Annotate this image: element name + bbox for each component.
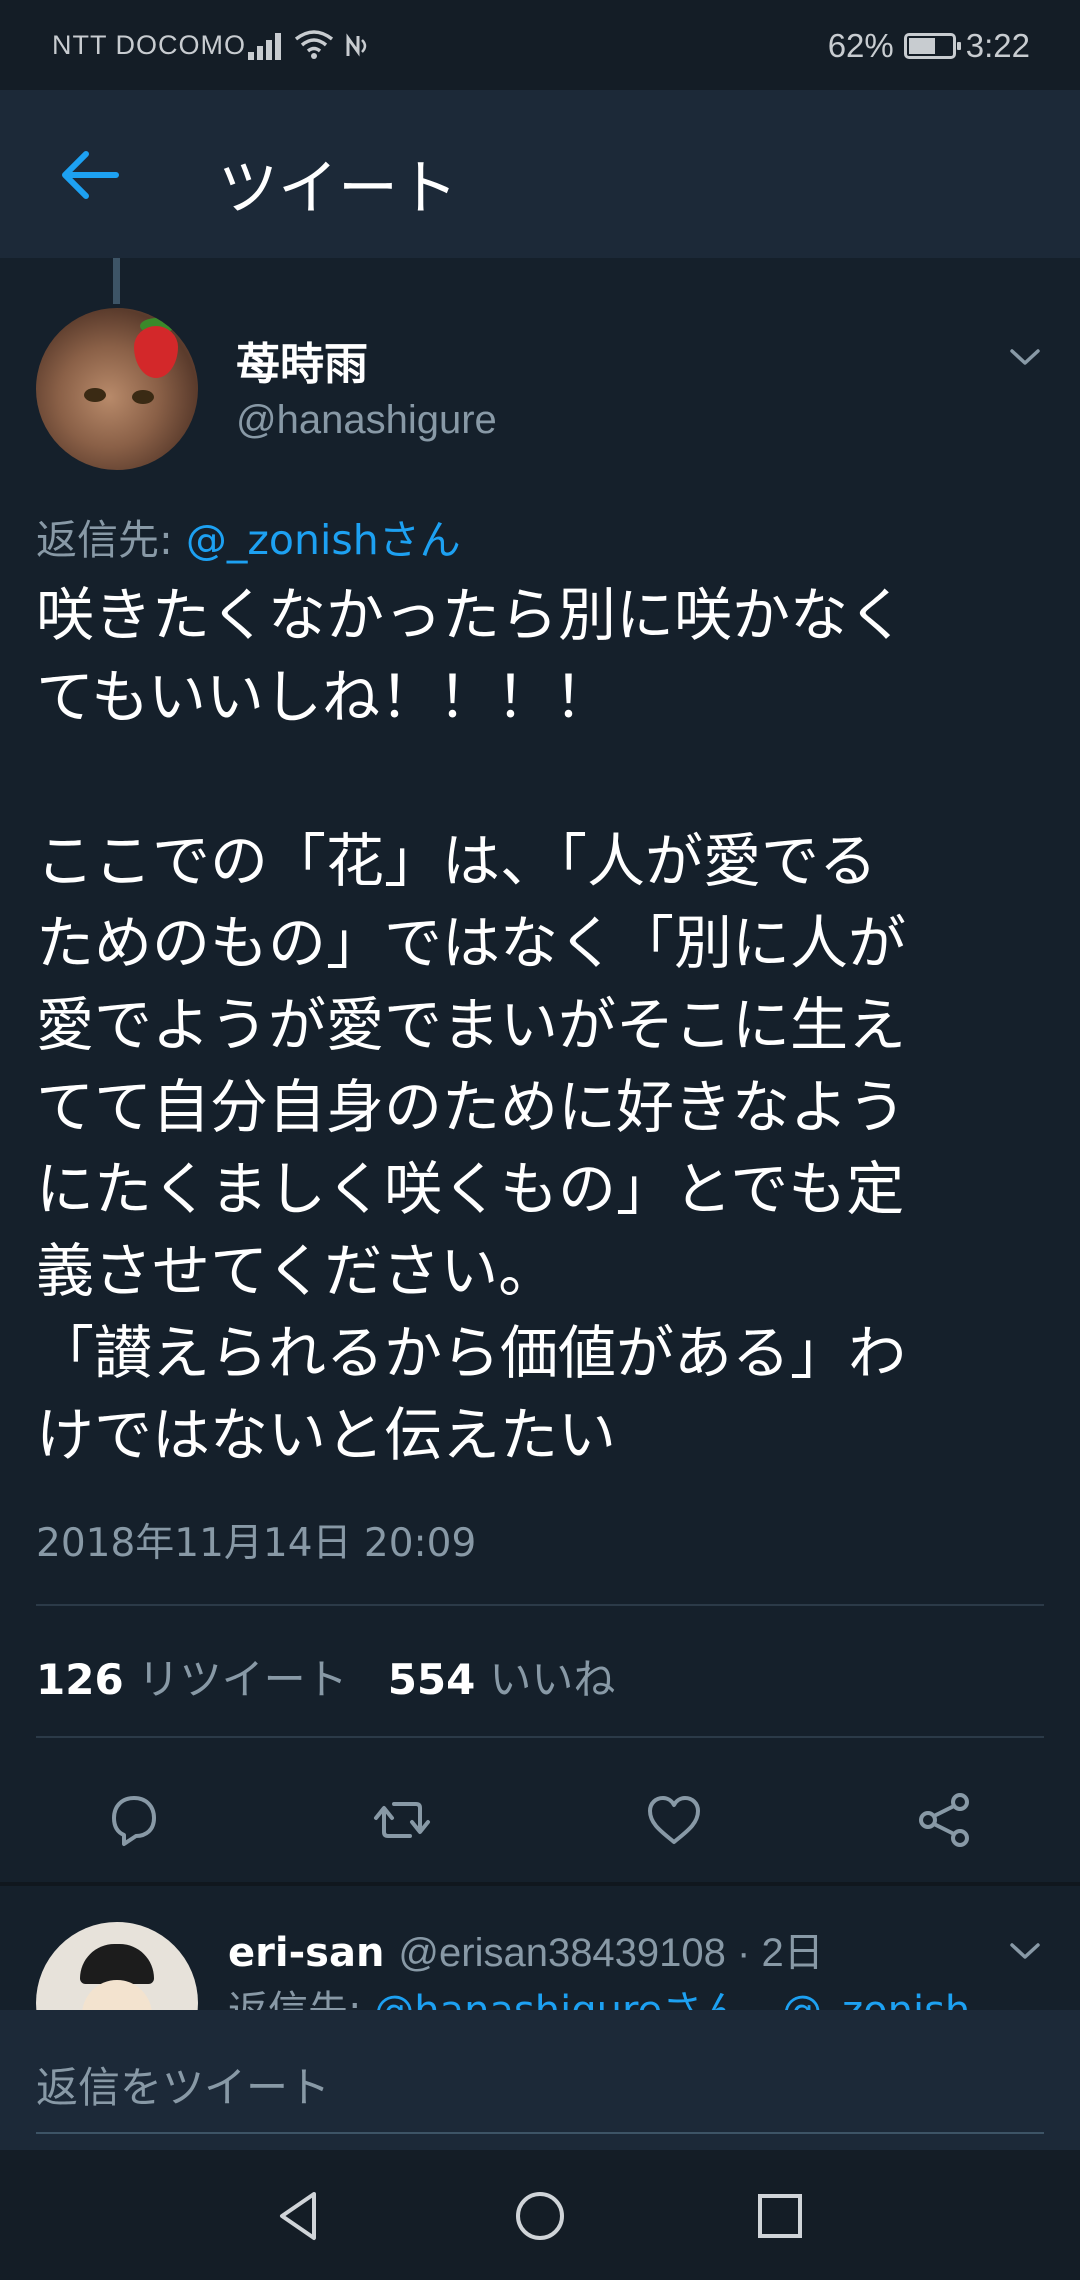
strawberry-icon [134, 326, 178, 378]
status-bar: NTT DOCOMO 62% 3:22 [0, 0, 1080, 90]
tweet-timestamp: 2018年11月14日 20:09 [36, 1521, 477, 1566]
reply-author-name[interactable]: eri-san [228, 1930, 384, 1976]
tweet-detail-screen: NTT DOCOMO 62% 3:22 ツイート 苺時雨 @hanashigur… [0, 0, 1080, 2280]
chevron-down-icon[interactable] [1008, 1934, 1042, 1968]
reply-icon[interactable] [102, 1788, 166, 1852]
tweet-text: 咲きたくなかったら別に咲かなく てもいいしね！！！！ ここでの「花」は、「人が愛… [36, 581, 907, 1469]
retweet-icon[interactable] [370, 1788, 434, 1852]
author-handle[interactable]: @hanashigure [236, 398, 497, 443]
divider [36, 1736, 1044, 1738]
home-circle-icon[interactable] [512, 2188, 568, 2244]
recents-square-icon[interactable] [752, 2188, 808, 2244]
retweet-label[interactable]: リツイート [138, 1646, 348, 1707]
divider [36, 1604, 1044, 1606]
reply-to-mention-link[interactable]: @_zonishさん [186, 516, 461, 564]
arrow-left-icon[interactable] [56, 142, 122, 208]
retweet-count[interactable]: 126 [36, 1655, 124, 1704]
share-icon[interactable] [912, 1788, 976, 1852]
like-label[interactable]: いいね [489, 1646, 615, 1707]
like-count[interactable]: 554 [388, 1655, 476, 1704]
status-right: 62% 3:22 [828, 27, 1030, 65]
reply-to-prefix: 返信先: [36, 516, 186, 564]
page-title: ツイート [218, 154, 458, 224]
section-separator [0, 1882, 1080, 1886]
back-triangle-icon[interactable] [272, 2188, 328, 2244]
nfc-icon [346, 33, 367, 57]
signal-icon [248, 30, 284, 60]
author-name[interactable]: 苺時雨 [236, 328, 368, 392]
system-navigation-bar [0, 2150, 1080, 2280]
like-icon[interactable] [642, 1788, 706, 1852]
battery-icon [903, 33, 961, 59]
reply-author-line[interactable]: eri-san @erisan38439108 · 2日 [228, 1920, 824, 1978]
battery-fill [908, 38, 935, 54]
status-icons [248, 28, 370, 60]
clock: 3:22 [965, 27, 1030, 64]
chevron-down-icon[interactable] [1008, 340, 1042, 374]
top-app-bar: ツイート [0, 90, 1080, 258]
thread-connector-line [113, 258, 120, 304]
input-underline [36, 2132, 1044, 2134]
reply-input[interactable]: 返信をツイート [36, 2054, 330, 2115]
reply-time: · 2日 [725, 1931, 824, 1975]
wifi-icon [294, 30, 334, 59]
author-avatar[interactable] [36, 308, 198, 470]
reply-author-handle[interactable]: @erisan38439108 [398, 1931, 726, 1975]
tweet-action-bar [0, 1770, 1080, 1870]
engagement-stats: 126 リツイート 554 いいね [36, 1646, 655, 1707]
reply-to-line: 返信先: @_zonishさん [36, 506, 461, 566]
battery-percent: 62% [827, 27, 894, 64]
reply-compose-bar[interactable]: 返信をツイート [0, 2010, 1080, 2150]
carrier-name: NTT DOCOMO [52, 30, 246, 60]
